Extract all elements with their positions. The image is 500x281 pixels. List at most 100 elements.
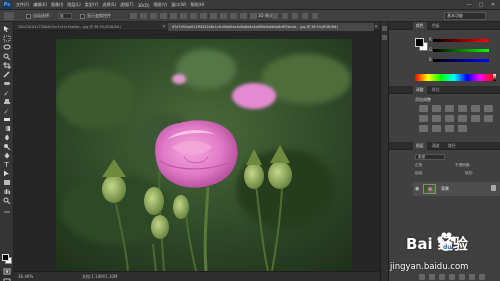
- maximize-button[interactable]: □: [478, 2, 484, 8]
- path-selection-tool-icon[interactable]: [3, 170, 11, 177]
- menu-help[interactable]: 帮助(H): [190, 2, 204, 8]
- lasso-tool-icon[interactable]: [3, 44, 11, 51]
- auto-select-checkbox[interactable]: [26, 13, 31, 19]
- tab-document-1[interactable]: 20b1001f1c733b4b7ec7c41c5ea4ec...jpg @ 3…: [14, 23, 160, 31]
- dodge-tool-icon[interactable]: [3, 143, 11, 150]
- menu-view[interactable]: 视图(V): [153, 2, 167, 8]
- scale-3d-icon[interactable]: [312, 13, 318, 19]
- exposure-icon[interactable]: [458, 105, 467, 112]
- roll-3d-icon[interactable]: [282, 13, 288, 19]
- menu-3d[interactable]: 3D(D): [138, 3, 150, 8]
- menu-filter[interactable]: 滤镜(T): [120, 2, 134, 8]
- align-hcenter-icon[interactable]: [170, 13, 177, 19]
- threshold-icon[interactable]: [432, 125, 441, 132]
- selective-color-icon[interactable]: [458, 125, 467, 132]
- eyedropper-tool-icon[interactable]: [3, 71, 11, 78]
- slide-3d-icon[interactable]: [302, 13, 308, 19]
- menu-layer[interactable]: 图层(L): [67, 2, 80, 8]
- align-left-icon[interactable]: [160, 13, 167, 19]
- zoom-level[interactable]: 36.46%: [18, 274, 33, 279]
- eraser-tool-icon[interactable]: [3, 116, 11, 123]
- align-bottom-icon[interactable]: [150, 13, 157, 19]
- history-brush-tool-icon[interactable]: [3, 107, 11, 114]
- brush-tool-icon[interactable]: [3, 89, 11, 96]
- vibrance-icon[interactable]: [471, 105, 480, 112]
- tab-document-2-close-icon[interactable]: ×: [374, 23, 378, 31]
- photo-filter-icon[interactable]: [445, 115, 454, 122]
- distribute-bottom-icon[interactable]: [210, 13, 217, 19]
- panel-foreground-swatch[interactable]: [415, 38, 424, 47]
- red-slider[interactable]: [433, 39, 489, 42]
- menu-image[interactable]: 图像(I): [51, 2, 63, 8]
- healing-brush-tool-icon[interactable]: [3, 80, 11, 87]
- tab-paths[interactable]: 路径: [445, 142, 459, 150]
- drag-3d-icon[interactable]: [292, 13, 298, 19]
- properties-panel-icon[interactable]: [382, 35, 387, 40]
- curves-icon[interactable]: [445, 105, 454, 112]
- color-balance-icon[interactable]: [419, 115, 428, 122]
- pen-tool-icon[interactable]: [3, 152, 11, 159]
- align-top-icon[interactable]: [130, 13, 137, 19]
- canvas-area[interactable]: [14, 31, 380, 271]
- posterize-icon[interactable]: [419, 125, 428, 132]
- foreground-color-swatch[interactable]: [2, 254, 9, 261]
- close-button[interactable]: ✕: [490, 2, 496, 8]
- blue-slider[interactable]: [433, 59, 489, 62]
- distribute-right-icon[interactable]: [240, 13, 247, 19]
- align-vcenter-icon[interactable]: [140, 13, 147, 19]
- green-slider[interactable]: [433, 49, 489, 52]
- align-right-icon[interactable]: [180, 13, 187, 19]
- distribute-left-icon[interactable]: [220, 13, 227, 19]
- history-panel-icon[interactable]: [382, 26, 387, 31]
- tab-layers[interactable]: 图层: [413, 142, 427, 150]
- move-tool-icon[interactable]: [3, 25, 11, 32]
- black-white-icon[interactable]: [432, 115, 441, 122]
- blend-mode-select[interactable]: 正常: [415, 162, 422, 168]
- document-photo[interactable]: [56, 39, 352, 271]
- rectangle-tool-icon[interactable]: [3, 179, 11, 186]
- more-tools-icon[interactable]: [3, 208, 11, 215]
- tab-channels[interactable]: 通道: [429, 142, 443, 150]
- menu-select[interactable]: 选择(S): [102, 2, 116, 8]
- gradient-tool-icon[interactable]: [3, 125, 11, 132]
- channel-mixer-icon[interactable]: [458, 115, 467, 122]
- workspace-switcher[interactable]: 基本功能: [444, 12, 486, 20]
- menu-edit[interactable]: 编辑(E): [33, 2, 47, 8]
- rotate-3d-icon[interactable]: [272, 13, 278, 19]
- auto-align-icon[interactable]: [250, 13, 257, 19]
- distribute-top-icon[interactable]: [190, 13, 197, 19]
- color-spectrum[interactable]: [415, 74, 493, 81]
- layer-background[interactable]: ◉ 背景: [413, 182, 500, 196]
- tab-color[interactable]: 颜色: [413, 22, 427, 30]
- tab-swatches[interactable]: 色板: [429, 22, 443, 30]
- blur-tool-icon[interactable]: [3, 134, 11, 141]
- type-tool-icon[interactable]: T: [3, 161, 11, 168]
- quick-mask-icon[interactable]: [3, 268, 11, 275]
- menu-window[interactable]: 窗口(W): [171, 2, 186, 8]
- brightness-contrast-icon[interactable]: [419, 105, 428, 112]
- distribute-hcenter-icon[interactable]: [230, 13, 237, 19]
- minimize-button[interactable]: —: [466, 2, 472, 8]
- gradient-map-icon[interactable]: [445, 125, 454, 132]
- hue-saturation-icon[interactable]: [484, 105, 493, 112]
- levels-icon[interactable]: [432, 105, 441, 112]
- grayscale-ramp[interactable]: [493, 74, 496, 81]
- invert-icon[interactable]: [484, 115, 493, 122]
- zoom-tool-icon[interactable]: [3, 197, 11, 204]
- visibility-eye-icon[interactable]: ◉: [415, 186, 419, 192]
- auto-select-target-select[interactable]: 组: [58, 13, 72, 19]
- crop-tool-icon[interactable]: [3, 62, 11, 69]
- clone-stamp-tool-icon[interactable]: [3, 98, 11, 105]
- tab-adjustments[interactable]: 调整: [413, 86, 427, 94]
- menu-file[interactable]: 文件(F): [16, 2, 29, 8]
- layer-filter-select[interactable]: 类型: [415, 154, 445, 160]
- tab-document-2[interactable]: d7a7d91ea912ff4542e8c1cfc40dd5ec4d5a6e4c…: [168, 23, 374, 31]
- auto-select-option[interactable]: 自动选择：: [26, 13, 53, 19]
- menu-type[interactable]: 类型(Y): [85, 2, 99, 8]
- tab-document-1-close-icon[interactable]: ×: [162, 23, 166, 31]
- show-transform-option[interactable]: 显示变换控件: [80, 13, 111, 19]
- marquee-tool-icon[interactable]: [3, 35, 11, 42]
- show-transform-checkbox[interactable]: [80, 13, 85, 19]
- hand-tool-icon[interactable]: [3, 188, 11, 195]
- tab-styles[interactable]: 样式: [429, 86, 443, 94]
